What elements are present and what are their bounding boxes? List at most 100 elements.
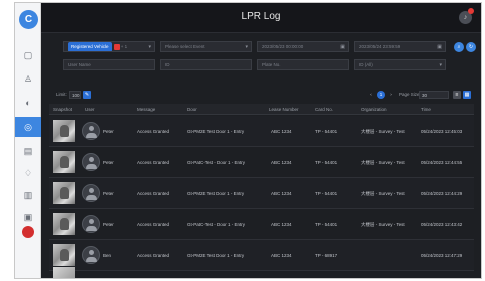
org-cell: 大楼层 - Survey - Test — [361, 129, 405, 134]
alarm-icon[interactable]: ♢ — [15, 163, 41, 183]
user-cell: Peter — [103, 129, 114, 134]
chevron-down-icon: ▾ — [245, 44, 248, 50]
user-name-placeholder: User Name — [68, 62, 91, 67]
door-cell: Gt-PatC-Test - Door 1 - Entry — [187, 160, 246, 165]
register-chip: Registered Vehicle — [68, 42, 112, 51]
reset-icon[interactable]: ↻ — [466, 42, 476, 52]
lease-cell: ABC 1234 — [271, 129, 292, 134]
door-cell: Gt-PatC-Test - Door 1 - Entry — [187, 222, 246, 227]
table-row[interactable]: Peter Access Granted Gt-PatC-Test - Door… — [49, 209, 474, 240]
calendar-picker-icon[interactable]: ▣ — [437, 42, 442, 51]
page-size-label: Page Size: — [399, 92, 421, 97]
snapshot-image[interactable] — [53, 244, 75, 266]
prev-page-icon[interactable]: ‹ — [367, 91, 375, 99]
register-extra: + 1 — [120, 44, 128, 49]
lease-cell: ABC 1234 — [271, 160, 292, 165]
event-type-select[interactable]: Please select Event ▾ — [160, 41, 252, 52]
limit-label: Limit: — [56, 92, 67, 97]
org-cell: 大楼层 - Survey - Test — [361, 191, 405, 196]
device-icon[interactable]: ◐ — [15, 93, 41, 113]
column-header: Snapshot — [53, 107, 73, 112]
page-current[interactable]: 1 — [377, 91, 385, 99]
lease-cell: ABC 1234 — [271, 222, 292, 227]
user-cell: Ben — [103, 253, 112, 258]
device-select[interactable]: ID (All) ▾ — [354, 59, 446, 70]
end-time-value: 2023/05/24 23:59:59 — [359, 44, 401, 49]
plate-id-input[interactable]: ID — [160, 59, 252, 70]
table-row[interactable]: Ben Access Granted Gt-PM2E Test Door 1 -… — [49, 240, 474, 271]
register-filter[interactable]: Registered Vehicle + 1 ▾ — [63, 41, 155, 52]
next-page-icon[interactable]: › — [387, 91, 395, 99]
message-cell: Access Granted — [137, 253, 170, 258]
start-time-value: 2023/05/23 00:00:00 — [262, 44, 304, 49]
limit-input[interactable]: 100 — [69, 91, 81, 99]
monitor-icon[interactable]: ▢ — [15, 45, 41, 65]
app-logo-icon[interactable]: C — [19, 10, 38, 29]
column-header: Organization — [361, 107, 387, 112]
notification-badge — [468, 8, 474, 14]
calendar-picker-icon[interactable]: ▣ — [340, 42, 345, 51]
sidebar: C ▢ ♙ ◐ ◎ ▤ ♢ ▥ ▣ — [15, 3, 41, 278]
door-cell: Gt-PM2E Test Door 1 - Entry — [187, 191, 245, 196]
plate-no-input[interactable]: Plate No. — [257, 59, 349, 70]
card-cell: TP - 54401 — [315, 222, 338, 227]
snapshot-image[interactable] — [53, 182, 75, 204]
device-value: ID (All) — [359, 62, 373, 67]
table-row[interactable]: Peter Access Granted Gt-PatC-Test - Door… — [49, 147, 474, 178]
chevron-down-icon: ▾ — [148, 44, 151, 50]
card-cell: TP - 68917 — [315, 253, 338, 258]
lpr-log-icon[interactable]: ◎ — [15, 117, 41, 137]
column-header: Lease Number — [269, 107, 299, 112]
chevron-down-icon: ▾ — [439, 62, 442, 68]
end-time-input[interactable]: 2023/05/24 23:59:59 ▣ — [354, 41, 446, 52]
chip-remove-icon[interactable] — [113, 43, 120, 50]
table-row[interactable]: Peter Access Granted Gt-PM2E Test Door 1… — [49, 116, 474, 147]
page-size-select[interactable]: 30 — [419, 91, 449, 99]
avatar — [82, 246, 100, 264]
snapshot-image[interactable] — [53, 151, 75, 173]
org-cell: 大楼层 - Survey - Test — [361, 222, 405, 227]
snapshot-image[interactable] — [53, 213, 75, 235]
event-type-placeholder: Please select Event — [165, 44, 205, 49]
snapshot-image[interactable] — [53, 267, 75, 278]
grid-view-icon[interactable]: ▦ — [463, 91, 471, 99]
settings-icon[interactable]: ▣ — [15, 207, 41, 227]
user-cell: Peter — [103, 191, 114, 196]
plate-id-placeholder: ID — [165, 62, 170, 67]
time-cell: 05/24/2023 12:44:29 — [421, 191, 463, 196]
page-title: LPR Log — [241, 11, 281, 22]
avatar — [82, 122, 100, 140]
avatar — [82, 184, 100, 202]
snapshot-image[interactable] — [53, 120, 75, 142]
calendar-icon[interactable]: ▤ — [15, 141, 41, 161]
start-time-input[interactable]: 2023/05/23 00:00:00 ▣ — [257, 41, 349, 52]
app-window: C ▢ ♙ ◐ ◎ ▤ ♢ ▥ ▣ LPR Log ♪ Registered V… — [14, 2, 482, 279]
org-cell: 大楼层 - Survey - Test — [361, 160, 405, 165]
user-cell: Peter — [103, 160, 114, 165]
user-name-input[interactable]: User Name — [63, 59, 155, 70]
avatar — [82, 215, 100, 233]
time-cell: 05/24/2023 12:43:42 — [421, 222, 463, 227]
door-cell: Gt-PM2E Test Door 1 - Entry — [187, 129, 245, 134]
list-view-icon[interactable]: ≡ — [453, 91, 461, 99]
time-cell: 05/24/2023 12:44:55 — [421, 160, 463, 165]
edit-icon[interactable]: ✎ — [83, 91, 91, 99]
column-header: Card No. — [315, 107, 334, 112]
column-header: Message — [137, 107, 156, 112]
table-row[interactable]: Peter Access Granted Gt-PM2E Test Door 1… — [49, 178, 474, 209]
report-icon[interactable]: ▥ — [15, 185, 41, 205]
message-cell: Access Granted — [137, 222, 170, 227]
time-cell: 05/24/2023 12:45:03 — [421, 129, 463, 134]
time-cell: 05/24/2023 12:47:29 — [421, 253, 463, 258]
table-header: Snapshot User Message Door Lease Number … — [49, 104, 474, 115]
user-icon[interactable]: ♙ — [15, 69, 41, 89]
user-cell: Peter — [103, 222, 114, 227]
plate-no-placeholder: Plate No. — [262, 62, 281, 67]
card-cell: TP - 54401 — [315, 191, 338, 196]
avatar — [82, 153, 100, 171]
message-cell: Access Granted — [137, 191, 170, 196]
record-icon[interactable] — [22, 226, 34, 238]
column-header: Door — [187, 107, 197, 112]
search-icon[interactable]: ⌕ — [454, 42, 464, 52]
lease-cell: ABC 1234 — [271, 253, 292, 258]
